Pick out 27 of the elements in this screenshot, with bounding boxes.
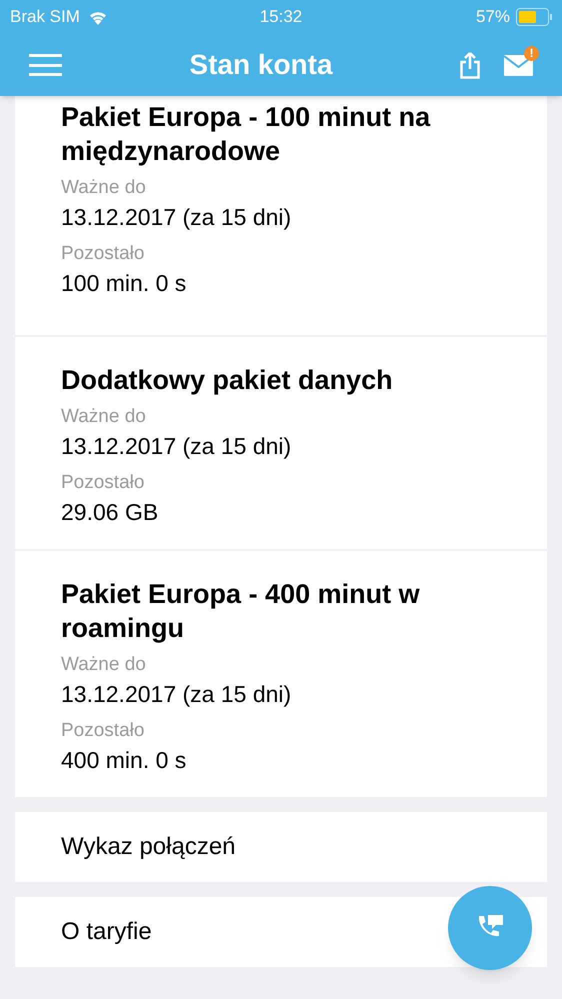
- package-title: Dodatkowy pakiet danych: [61, 364, 394, 397]
- battery-icon: [516, 8, 552, 26]
- battery-percent: 57%: [476, 6, 510, 28]
- menu-link[interactable]: O taryfie: [61, 914, 152, 950]
- mail-icon[interactable]: [504, 54, 533, 76]
- clock: 15:32: [258, 6, 304, 28]
- carrier-label: Brak SIM: [10, 6, 80, 28]
- field-value: 100 min. 0 s: [61, 269, 188, 298]
- field-value: 13.12.2017 (za 15 dni): [61, 432, 292, 461]
- field-label: Ważne do: [61, 176, 147, 200]
- menu-button[interactable]: [29, 54, 62, 76]
- menu-link[interactable]: Wykaz połączeń: [61, 829, 236, 865]
- field-value: 13.12.2017 (za 15 dni): [61, 680, 292, 709]
- package-title: Pakiet Europa - 100 minut na międzynarodowe: [61, 101, 432, 168]
- field-label: Pozostało: [61, 471, 146, 495]
- field-label: Pozostało: [61, 719, 146, 743]
- notification-badge: !: [524, 46, 539, 60]
- field-value: 29.06 GB: [61, 498, 160, 527]
- share-icon[interactable]: [460, 52, 480, 78]
- wifi-icon: [88, 10, 108, 24]
- screen-title: Stan konta: [189, 48, 333, 82]
- field-value: 400 min. 0 s: [61, 746, 188, 775]
- field-value: 13.12.2017 (za 15 dni): [61, 203, 292, 232]
- field-label: Ważne do: [61, 405, 147, 429]
- field-label: Ważne do: [61, 653, 147, 677]
- package-title: Pakiet Europa - 400 minut w roamingu: [61, 578, 421, 645]
- field-label: Pozostało: [61, 242, 146, 266]
